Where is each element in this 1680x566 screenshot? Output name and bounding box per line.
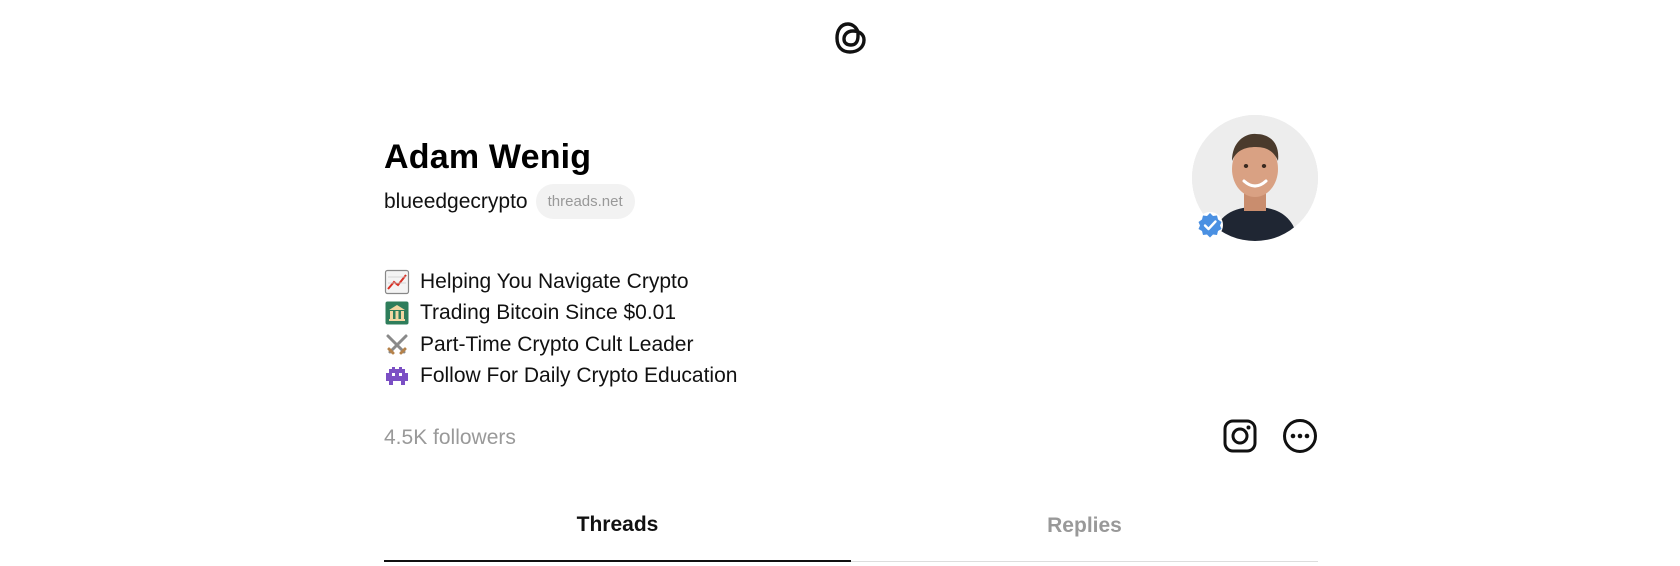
chart-increasing-icon xyxy=(384,269,410,294)
alien-monster-icon xyxy=(386,367,408,386)
followers-count[interactable]: 4.5K followers xyxy=(384,426,516,450)
bank-icon xyxy=(385,301,409,325)
instagram-icon[interactable] xyxy=(1222,418,1258,454)
bio-text: Helping You Navigate Crypto xyxy=(420,269,689,293)
bio-line: Part-Time Crypto Cult Leader xyxy=(384,329,737,361)
verified-badge-icon xyxy=(1197,212,1223,238)
crossed-swords-icon xyxy=(386,334,408,355)
profile-handle: blueedgecrypto xyxy=(384,189,528,213)
profile-tabs: Threads Replies xyxy=(384,490,1318,562)
threads-logo-icon[interactable] xyxy=(833,18,869,58)
bio-line: Follow For Daily Crypto Education xyxy=(384,361,737,393)
bio-text: Trading Bitcoin Since $0.01 xyxy=(420,301,677,325)
handle-row: blueedgecrypto threads.net xyxy=(384,184,635,219)
bio-text: Follow For Daily Crypto Education xyxy=(420,364,738,388)
bio-text: Part-Time Crypto Cult Leader xyxy=(420,332,694,356)
domain-badge[interactable]: threads.net xyxy=(535,184,635,219)
profile-header: Adam Wenig blueedgecrypto threads.net He… xyxy=(384,110,1318,566)
bio-line: Helping You Navigate Crypto xyxy=(384,266,737,298)
bio-line: Trading Bitcoin Since $0.01 xyxy=(384,298,737,330)
profile-name: Adam Wenig xyxy=(384,138,592,176)
more-options-icon[interactable] xyxy=(1282,418,1318,454)
tab-threads[interactable]: Threads xyxy=(384,490,851,562)
tab-replies[interactable]: Replies xyxy=(851,490,1318,562)
bio: Helping You Navigate Crypto Trading Bitc… xyxy=(384,266,737,392)
